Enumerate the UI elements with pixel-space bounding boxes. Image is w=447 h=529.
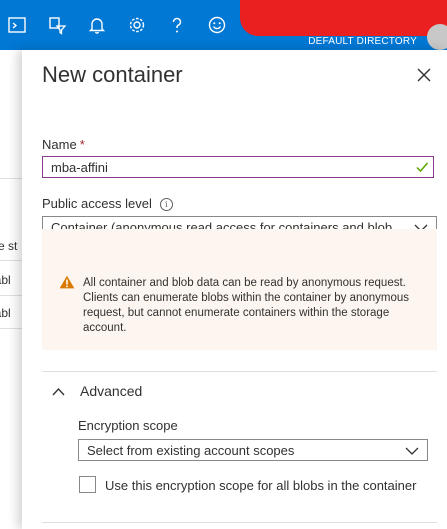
valid-check-icon (416, 162, 429, 173)
background-divider (0, 178, 22, 179)
avatar[interactable] (427, 24, 447, 50)
redacted-account-area (240, 0, 447, 36)
info-icon[interactable]: i (159, 198, 173, 211)
notifications-bell-icon[interactable] (85, 13, 109, 37)
encryption-scope-label: Encryption scope (78, 418, 178, 433)
feedback-smiley-icon[interactable] (205, 13, 229, 37)
background-blade: se st labl labl (0, 50, 22, 529)
section-divider (42, 522, 437, 523)
warning-icon (59, 275, 75, 289)
anonymous-access-warning: All container and blob data can be read … (42, 229, 437, 350)
new-container-panel: New container Name* Public access level i… (22, 50, 447, 529)
name-label: Name * (42, 137, 85, 152)
name-label-text: Name (42, 137, 77, 152)
panel-title: New container (42, 62, 183, 87)
close-icon[interactable] (413, 64, 435, 86)
directory-filter-icon[interactable] (45, 13, 69, 37)
background-divider (0, 260, 22, 261)
warning-text: All container and blob data can be read … (83, 277, 410, 334)
chevron-up-icon (52, 387, 65, 395)
help-question-icon[interactable] (165, 13, 189, 37)
access-level-label-text: Public access level (42, 196, 152, 211)
advanced-section-toggle[interactable]: Advanced (52, 381, 142, 401)
background-divider (0, 295, 22, 296)
required-marker: * (79, 137, 85, 152)
settings-gear-icon[interactable] (125, 13, 149, 37)
name-input[interactable] (43, 157, 401, 177)
encryption-scope-dropdown[interactable]: Select from existing account scopes (78, 439, 428, 461)
background-column-header: se st (0, 239, 18, 253)
portal-top-bar: DEFAULT DIRECTORY (0, 0, 447, 50)
background-cell: labl (0, 273, 11, 287)
background-cell: labl (0, 306, 11, 320)
cloud-shell-icon[interactable] (5, 13, 29, 37)
encryption-scope-checkbox[interactable] (79, 476, 96, 493)
chevron-down-icon (405, 447, 419, 455)
advanced-label: Advanced (80, 383, 143, 399)
background-divider (0, 328, 22, 329)
name-field[interactable] (42, 156, 434, 178)
encryption-scope-placeholder: Select from existing account scopes (87, 443, 295, 458)
access-level-label: Public access level i (42, 196, 173, 211)
directory-label[interactable]: DEFAULT DIRECTORY (308, 36, 417, 47)
encryption-scope-checkbox-label[interactable]: Use this encryption scope for all blobs … (105, 478, 416, 493)
section-divider (42, 371, 437, 372)
